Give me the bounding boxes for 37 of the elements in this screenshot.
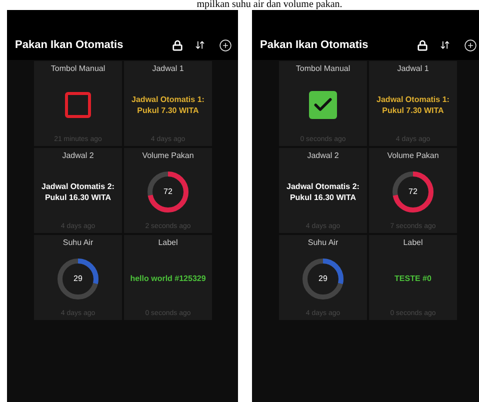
tile-label: Volume Pakan — [387, 151, 439, 161]
tile-value: hello world #125329 — [129, 273, 207, 284]
tile-value: Jadwal Otomatis 1: Pukul 7.30 WITA — [130, 94, 206, 116]
donut-gauge — [55, 256, 101, 302]
tile-label: Jadwal 1 — [152, 64, 184, 74]
caption-text: mpilkan suhu air dan volume pakan. — [196, 0, 342, 10]
gauge-value: 29 — [74, 272, 82, 284]
app-title: Pakan Ikan Otomatis — [260, 38, 370, 53]
tile-label: Suhu Air — [308, 238, 338, 248]
add-icon[interactable] — [464, 38, 477, 52]
tile-label: Jadwal 2 — [307, 151, 339, 161]
tile-label: Label — [158, 238, 178, 248]
tile-value: TESTE #0 — [394, 273, 432, 284]
tile-label: Label — [403, 238, 423, 248]
sort-icon[interactable] — [440, 40, 450, 50]
lock-icon[interactable] — [172, 40, 183, 50]
sort-icon[interactable] — [195, 40, 205, 50]
checkbox[interactable] — [65, 92, 91, 118]
lock-icon[interactable] — [417, 40, 428, 50]
tile-label: Tombol Manual — [50, 64, 106, 74]
checkbox[interactable] — [309, 90, 337, 118]
tile-label: Jadwal 1 — [397, 64, 429, 74]
tile-label: Suhu Air — [62, 238, 94, 248]
donut-gauge — [300, 256, 346, 302]
add-icon[interactable] — [219, 38, 232, 52]
tile-value: Jadwal Otomatis 2: Pukul 16.30 WITA — [286, 180, 360, 202]
gauge-value: 29 — [318, 272, 328, 284]
gauge-value: 72 — [408, 186, 418, 198]
donut-gauge — [390, 168, 436, 214]
tile-label: Tombol Manual — [296, 64, 350, 74]
tile-label: Volume Pakan — [142, 151, 194, 161]
gauge-value: 72 — [164, 186, 172, 198]
app-title: Pakan Ikan Otomatis — [15, 38, 124, 53]
donut-gauge — [145, 168, 191, 214]
tile-value: Jadwal Otomatis 1: Pukul 7.30 WITA — [376, 94, 450, 116]
tile-label: Jadwal 2 — [62, 151, 94, 161]
tile-value: Jadwal Otomatis 2: Pukul 16.30 WITA — [40, 180, 116, 202]
